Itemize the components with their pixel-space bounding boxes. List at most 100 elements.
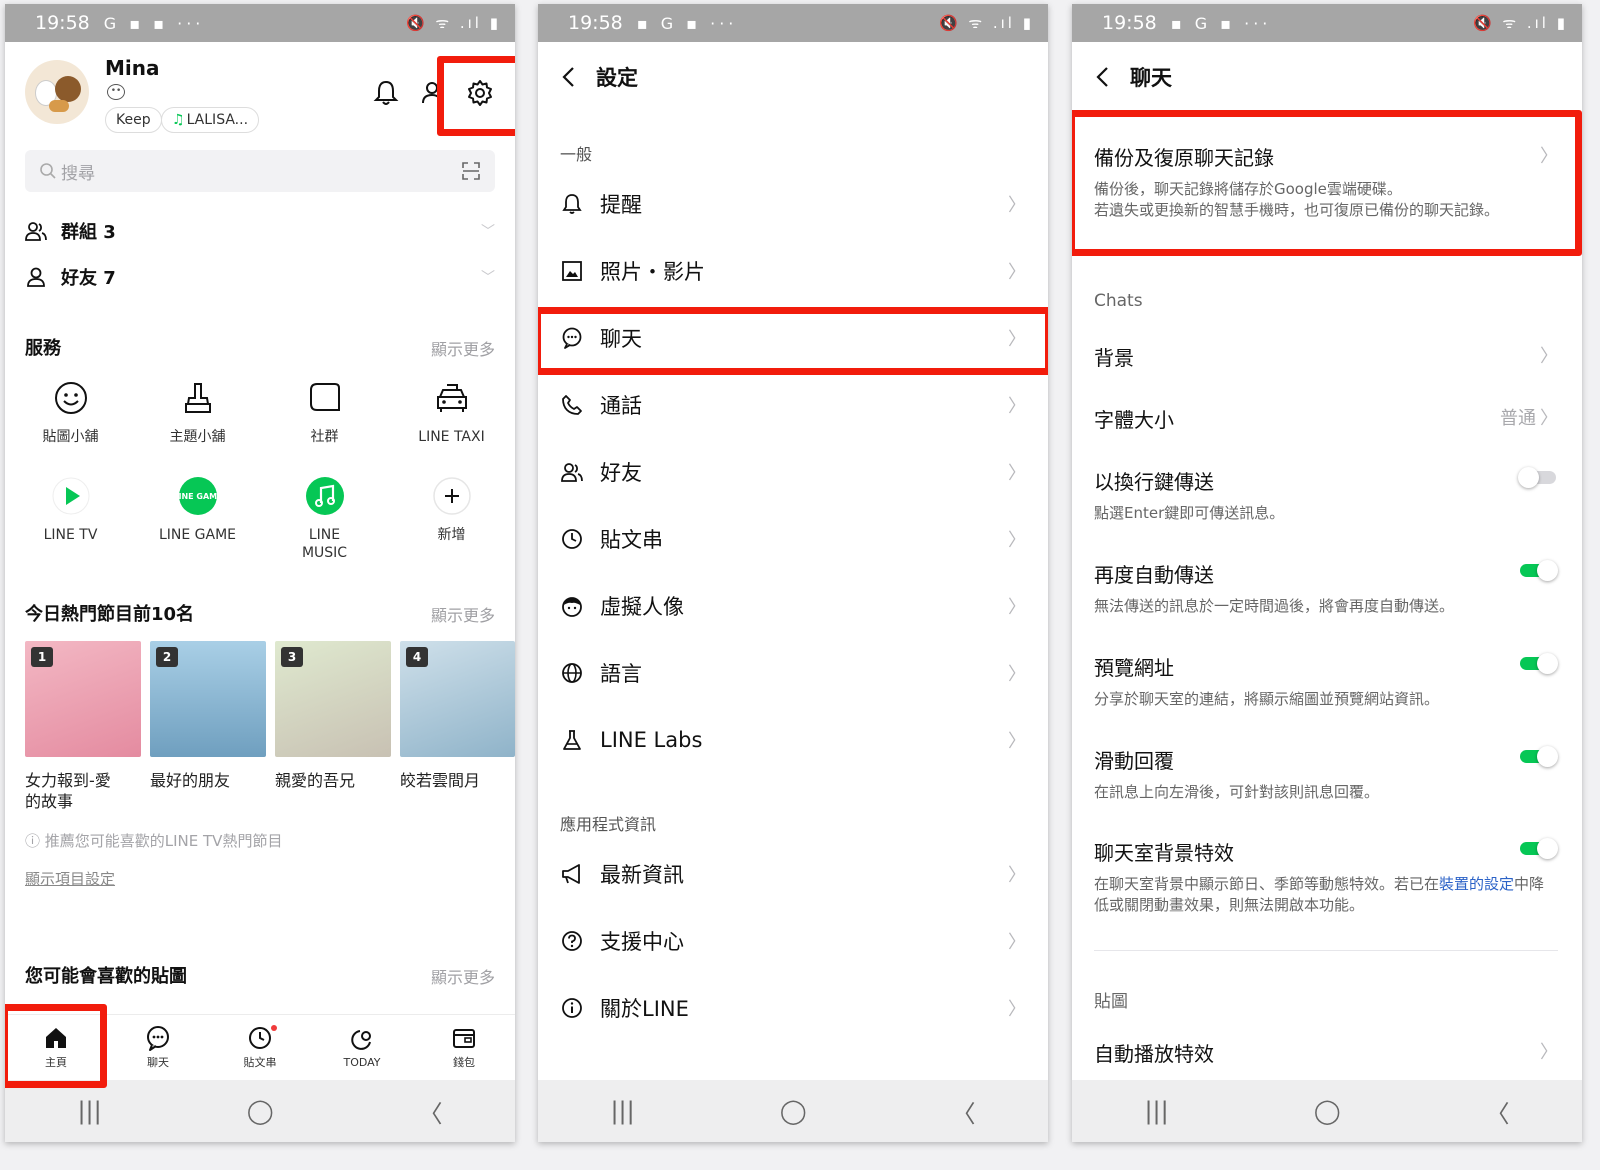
service-label: LINE GAME <box>158 527 237 543</box>
service-community[interactable]: 社群 <box>261 376 388 446</box>
service-theme-shop[interactable]: 主題小舖 <box>134 376 261 446</box>
service-line-tv[interactable]: LINE TV <box>7 474 134 544</box>
qr-scan-icon[interactable] <box>461 161 481 181</box>
megaphone-icon <box>562 864 580 884</box>
status-bar: 19:58 ▪ G ▪ ··· 🔇 ᯤ .ıl ▮ <box>538 4 1048 42</box>
status-emoji-icon[interactable]: •• <box>107 84 125 100</box>
auto-resend-toggle[interactable] <box>1518 559 1558 581</box>
service-line-music[interactable]: LINE MUSIC <box>261 474 388 562</box>
settings-item-reminders[interactable]: 提醒 〉 <box>538 174 1048 234</box>
trending-title: 今日熱門節目前10名 <box>25 604 195 625</box>
background-effects-toggle[interactable] <box>1518 837 1558 859</box>
line-game-icon: LINE GAME <box>178 477 218 515</box>
item-title: 字體大小 <box>1094 408 1174 432</box>
tab-label: 錢包 <box>453 1056 475 1069</box>
status-time: 19:58 <box>35 12 90 34</box>
settings-item-language[interactable]: 語言 〉 <box>538 643 1048 703</box>
show-thumbnail[interactable]: 4 <box>400 641 515 757</box>
back-arrow-icon[interactable] <box>1092 65 1116 89</box>
profile-name[interactable]: Mina <box>105 56 160 80</box>
background-item[interactable]: 背景 〉 <box>1094 342 1558 371</box>
profile-avatar[interactable] <box>25 60 89 124</box>
home-circle-icon[interactable]: ◯ <box>247 1097 274 1125</box>
groups-row[interactable]: 群組 3 ﹀ <box>25 218 495 244</box>
show-thumbnail[interactable]: 3 <box>275 641 391 757</box>
recent-apps-icon[interactable]: ||| <box>610 1097 634 1125</box>
tab-wallet[interactable]: 錢包 <box>413 1015 515 1080</box>
rank-badge: 3 <box>281 647 303 667</box>
show-title[interactable]: 皎若雲間月 <box>400 770 510 791</box>
service-label: 貼圖小舖 <box>42 429 99 445</box>
settings-item-photos[interactable]: 照片・影片 〉 <box>538 241 1048 301</box>
friends-row[interactable]: 好友 7 ﹀ <box>25 264 495 290</box>
recent-apps-icon[interactable]: ||| <box>77 1097 101 1125</box>
tab-timeline[interactable]: 貼文串 <box>209 1015 311 1080</box>
stickers-show-more[interactable]: 顯示更多 <box>431 964 495 988</box>
home-circle-icon[interactable]: ◯ <box>780 1097 807 1125</box>
tab-chat[interactable]: 聊天 <box>107 1015 209 1080</box>
show-thumbnail[interactable]: 2 <box>150 641 266 757</box>
keep-pill[interactable]: Keep <box>105 107 162 133</box>
show-title[interactable]: 親愛的吾兄 <box>275 770 393 791</box>
chevron-down-icon: ﹀ <box>481 224 495 240</box>
tab-label: 聊天 <box>147 1056 169 1069</box>
settings-item-timeline[interactable]: 貼文串 〉 <box>538 509 1048 569</box>
back-arrow-icon[interactable] <box>558 65 582 89</box>
settings-item-calls[interactable]: 通話 〉 <box>538 375 1048 435</box>
plus-icon <box>432 477 471 515</box>
enter-to-send-item: 以換行鍵傳送 點選Enter鍵即可傳送訊息。 <box>1094 466 1558 524</box>
gear-icon[interactable] <box>465 78 495 108</box>
service-add[interactable]: 新增 <box>388 474 515 544</box>
status-icons-left: G ▪ ▪ ··· <box>103 13 205 33</box>
service-sticker-shop[interactable]: 貼圖小舖 <box>7 376 134 446</box>
settings-item-label: 聊天 <box>600 327 642 351</box>
tab-home[interactable]: 主頁 <box>5 1015 107 1080</box>
status-icons-right: 🔇 ᯤ .ıl ▮ <box>1472 14 1568 32</box>
settings-item-avatar[interactable]: 虛擬人像 〉 <box>538 576 1048 636</box>
item-description: 在聊天室背景中顯示節日、季節等動態特效。若已在裝置的設定中降低或關閉動畫效果，則… <box>1094 874 1558 916</box>
settings-item-help-center[interactable]: 支援中心 〉 <box>538 911 1048 971</box>
swipe-reply-toggle[interactable] <box>1518 745 1558 767</box>
search-bar[interactable]: 搜尋 <box>25 150 495 192</box>
settings-item-label: 照片・影片 <box>600 260 705 284</box>
music-pill[interactable]: ♫ LALISA... <box>161 107 260 133</box>
status-time: 19:58 <box>1102 12 1157 34</box>
autoplay-effects-item[interactable]: 自動播放特效 〉 <box>1094 1038 1558 1067</box>
settings-item-label: LINE Labs <box>600 728 703 752</box>
services-title: 服務 <box>25 338 61 359</box>
add-friend-icon[interactable] <box>419 78 449 108</box>
settings-item-about[interactable]: 關於LINE 〉 <box>538 978 1048 1038</box>
back-nav-icon[interactable]: 〈 <box>952 1094 976 1129</box>
bell-icon[interactable] <box>371 78 401 108</box>
info-icon <box>562 998 582 1018</box>
service-line-game[interactable]: LINE GAME LINE GAME <box>134 474 261 544</box>
font-size-item[interactable]: 字體大小 普通 〉 <box>1094 404 1558 433</box>
device-settings-link[interactable]: 裝置的設定 <box>1439 875 1514 893</box>
trending-show-more[interactable]: 顯示更多 <box>431 602 495 626</box>
back-nav-icon[interactable]: 〈 <box>419 1094 443 1129</box>
settings-item-chats[interactable]: 聊天 〉 <box>538 308 1048 368</box>
back-nav-icon[interactable]: 〈 <box>1486 1094 1510 1129</box>
show-title[interactable]: 最好的朋友 <box>150 770 268 791</box>
service-line-taxi[interactable]: LINE TAXI <box>388 376 515 446</box>
friend-icon <box>27 267 45 287</box>
tab-today[interactable]: TODAY <box>311 1015 413 1080</box>
phone-icon <box>562 395 582 415</box>
show-thumbnail[interactable]: 1 <box>25 641 141 757</box>
show-title[interactable]: 女力報到-愛的故事 <box>25 770 125 812</box>
chevron-right-icon: 〉 <box>1540 1042 1558 1063</box>
url-preview-toggle[interactable] <box>1518 652 1558 674</box>
settings-item-line-labs[interactable]: LINE Labs 〉 <box>538 710 1048 770</box>
chevron-right-icon: 〉 <box>1540 346 1558 367</box>
settings-item-friends[interactable]: 好友 〉 <box>538 442 1048 502</box>
system-nav-bar: ||| ◯ 〈 <box>538 1080 1048 1142</box>
settings-item-news[interactable]: 最新資訊 〉 <box>538 844 1048 904</box>
music-icon <box>305 477 344 515</box>
chevron-right-icon: 〉 <box>1008 597 1026 618</box>
recent-apps-icon[interactable]: ||| <box>1144 1097 1168 1125</box>
display-settings-link[interactable]: 顯示項目設定 <box>25 868 115 889</box>
home-circle-icon[interactable]: ◯ <box>1314 1097 1341 1125</box>
enter-to-send-toggle[interactable] <box>1518 466 1558 488</box>
services-show-more[interactable]: 顯示更多 <box>431 336 495 360</box>
backup-restore-item[interactable]: 備份及復原聊天記錄 備份後，聊天記錄將儲存於Google雲端硬碟。 若遺失或更換… <box>1094 142 1558 221</box>
